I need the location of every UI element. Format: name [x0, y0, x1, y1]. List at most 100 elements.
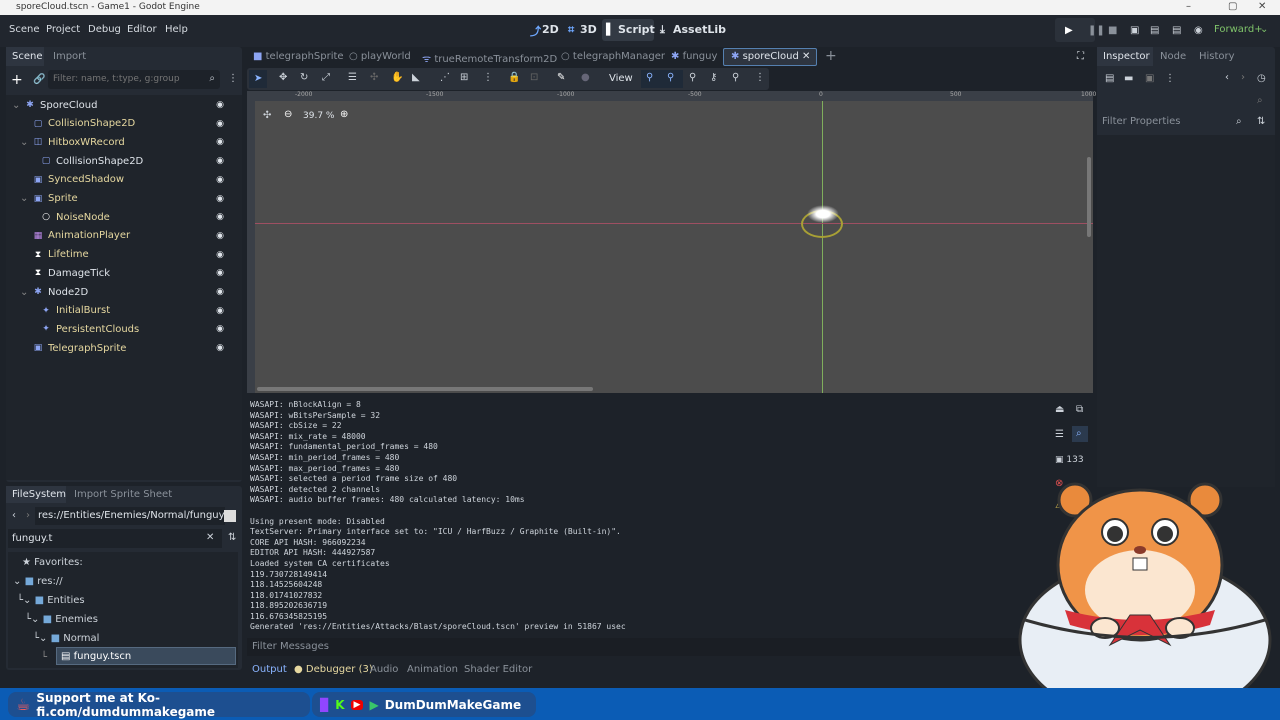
- scene-tree-node[interactable]: ▢ CollisionShape2D ◉: [20, 115, 240, 133]
- history-back-icon[interactable]: ‹: [1225, 72, 1229, 83]
- scene-tree-node[interactable]: ⌄ ✱ SporeCloud ◉: [12, 96, 232, 114]
- visibility-icon[interactable]: ◉: [216, 231, 224, 241]
- open-docs-icon[interactable]: ⌕: [1257, 95, 1263, 106]
- new-resource-icon[interactable]: ▤: [1105, 73, 1114, 84]
- pivot-icon[interactable]: ✣: [370, 72, 378, 83]
- visibility-icon[interactable]: ◉: [216, 324, 224, 334]
- scene-tree-node[interactable]: ▣ SyncedShadow ◉: [20, 171, 240, 189]
- scene-tree-node[interactable]: ⌄ ✱ Node2D ◉: [20, 283, 240, 301]
- expand-icon[interactable]: ⌄: [20, 193, 28, 204]
- view-menu[interactable]: View: [609, 73, 633, 84]
- viewport-2d[interactable]: ✣ ⊖ 39.7 % ⊕: [247, 101, 1093, 393]
- key-scale-icon[interactable]: ⚲: [689, 72, 696, 83]
- message-count-toggle[interactable]: ▣ 133: [1055, 455, 1084, 465]
- key-rotation-icon[interactable]: ⚲: [667, 72, 674, 83]
- menu-scene[interactable]: Scene: [9, 24, 40, 35]
- history-forward-icon[interactable]: ›: [1241, 72, 1245, 83]
- save-resource-icon[interactable]: ▣: [1145, 73, 1154, 84]
- clear-icon[interactable]: ✕: [206, 532, 214, 543]
- grid-snap-icon[interactable]: ⊞: [460, 72, 468, 83]
- workspace-3d[interactable]: 3D: [580, 23, 597, 36]
- expand-icon[interactable]: ⌄: [12, 100, 20, 111]
- split-mode-icon[interactable]: [224, 510, 236, 522]
- tab-history[interactable]: History: [1199, 51, 1235, 62]
- collapse-icon[interactable]: ☰: [1055, 429, 1064, 440]
- folder-normal[interactable]: └⌄ ■ Normal: [33, 633, 99, 644]
- select-tool-icon[interactable]: ➤: [254, 73, 262, 84]
- copy-icon[interactable]: ⧉: [1076, 404, 1083, 415]
- tab-debugger[interactable]: ● Debugger (3): [294, 664, 373, 675]
- tab-funguy[interactable]: ✱ funguy: [671, 51, 717, 62]
- favorites-item[interactable]: ★ Favorites:: [22, 557, 83, 568]
- tab-node[interactable]: Node: [1160, 51, 1186, 62]
- scene-tree-node[interactable]: ⧗ DamageTick ◉: [20, 264, 240, 282]
- scene-tree-node[interactable]: ⧗ Lifetime ◉: [20, 246, 240, 264]
- expand-icon[interactable]: ⌄: [20, 137, 28, 148]
- scene-tree-node[interactable]: ✦ PersistentClouds ◉: [28, 320, 248, 338]
- visibility-icon[interactable]: ◉: [216, 175, 224, 185]
- scene-tree-node[interactable]: ⌄ ◫ HitboxWRecord ◉: [20, 133, 240, 151]
- menu-debug[interactable]: Debug: [88, 24, 121, 35]
- stop-icon[interactable]: ■: [1108, 25, 1117, 36]
- zoom-out-icon[interactable]: ⊖: [284, 109, 292, 120]
- tab-animation[interactable]: Animation: [407, 664, 458, 675]
- scene-tree-node[interactable]: ✦ InitialBurst ◉: [28, 302, 248, 320]
- minimize-button[interactable]: –: [1186, 1, 1191, 12]
- tab-audio[interactable]: Audio: [370, 664, 398, 675]
- filter-properties-input[interactable]: Filter Properties: [1099, 113, 1249, 131]
- object-history-icon[interactable]: ◷: [1257, 73, 1266, 84]
- kofi-link[interactable]: ☕ Support me at Ko-fi.com/dumdummakegame: [8, 691, 310, 719]
- back-icon[interactable]: ‹: [12, 510, 16, 521]
- center-view-icon[interactable]: ✣: [263, 110, 271, 121]
- pin-icon[interactable]: ⏏: [1055, 404, 1064, 415]
- add-tab-icon[interactable]: +: [825, 48, 837, 64]
- workspace-2d[interactable]: 2D: [542, 23, 559, 36]
- movie-maker-icon[interactable]: ◉: [1194, 25, 1203, 36]
- play-icon[interactable]: ▶: [1065, 25, 1073, 36]
- zoom-level[interactable]: 39.7 %: [303, 111, 334, 121]
- folder-res[interactable]: ⌄ ■ res://: [13, 576, 63, 587]
- scene-tree-node[interactable]: ▢ CollisionShape2D ◉: [28, 152, 248, 170]
- distraction-free-icon[interactable]: ⛶: [1077, 51, 1084, 62]
- more-menu-icon[interactable]: ⋮: [228, 73, 238, 84]
- visibility-icon[interactable]: ◉: [216, 137, 224, 147]
- menu-project[interactable]: Project: [46, 24, 80, 35]
- list-select-icon[interactable]: ☰: [348, 72, 357, 83]
- visibility-icon[interactable]: ◉: [216, 194, 224, 204]
- smart-snap-icon[interactable]: ⋰: [440, 72, 450, 83]
- close-window-button[interactable]: ✕: [1258, 1, 1266, 12]
- visibility-icon[interactable]: ◉: [216, 343, 224, 353]
- visibility-icon[interactable]: ◉: [216, 250, 224, 260]
- tab-telegraphsprite[interactable]: ■ telegraphSprite: [253, 51, 344, 62]
- group-icon[interactable]: ⊡: [530, 72, 538, 83]
- tab-trueremotetransform2d[interactable]: ᯤ trueRemoteTransform2D: [422, 51, 557, 65]
- tab-import[interactable]: Import: [53, 51, 86, 62]
- visibility-icon[interactable]: ◉: [216, 100, 224, 110]
- visibility-icon[interactable]: ◉: [216, 268, 224, 278]
- path-field[interactable]: res://Entities/Enemies/Normal/funguy.ts: [35, 507, 235, 525]
- social-links[interactable]: ▉ K ▶ ▶ DumDumMakeGame: [312, 692, 536, 717]
- workspace-assetlib[interactable]: AssetLib: [673, 23, 726, 36]
- auto-key-icon[interactable]: ⚲: [732, 72, 739, 83]
- ruler-tool-icon[interactable]: ◣: [412, 72, 420, 83]
- more-icon[interactable]: ⋮: [483, 72, 493, 83]
- sort-icon[interactable]: ⇅: [1257, 116, 1265, 127]
- key-position-icon[interactable]: ⚲: [646, 72, 653, 83]
- menu-editor[interactable]: Editor: [127, 24, 157, 35]
- menu-help[interactable]: Help: [165, 24, 188, 35]
- horizontal-scrollbar[interactable]: [257, 387, 593, 391]
- more-icon[interactable]: ⋮: [1165, 73, 1175, 84]
- link-icon[interactable]: 🔗: [33, 74, 45, 85]
- visibility-icon[interactable]: ◉: [216, 212, 224, 222]
- rotate-tool-icon[interactable]: ↻: [300, 72, 308, 83]
- file-funguy-tscn[interactable]: ▤ funguy.tscn: [56, 647, 236, 665]
- scene-filter-input[interactable]: [48, 70, 198, 88]
- play-scene-icon[interactable]: ▤: [1150, 25, 1159, 36]
- scene-tree-node[interactable]: ○ NoiseNode ◉: [28, 208, 248, 226]
- remote-debug-icon[interactable]: ▣: [1130, 25, 1139, 36]
- renderer-select[interactable]: Forward+: [1214, 24, 1263, 35]
- open-resource-icon[interactable]: ▬: [1124, 73, 1133, 84]
- workspace-script[interactable]: Script: [618, 23, 655, 36]
- scene-tree-node[interactable]: ⌄ ▣ Sprite ◉: [20, 190, 240, 208]
- folder-enemies[interactable]: └⌄ ■ Enemies: [25, 614, 98, 625]
